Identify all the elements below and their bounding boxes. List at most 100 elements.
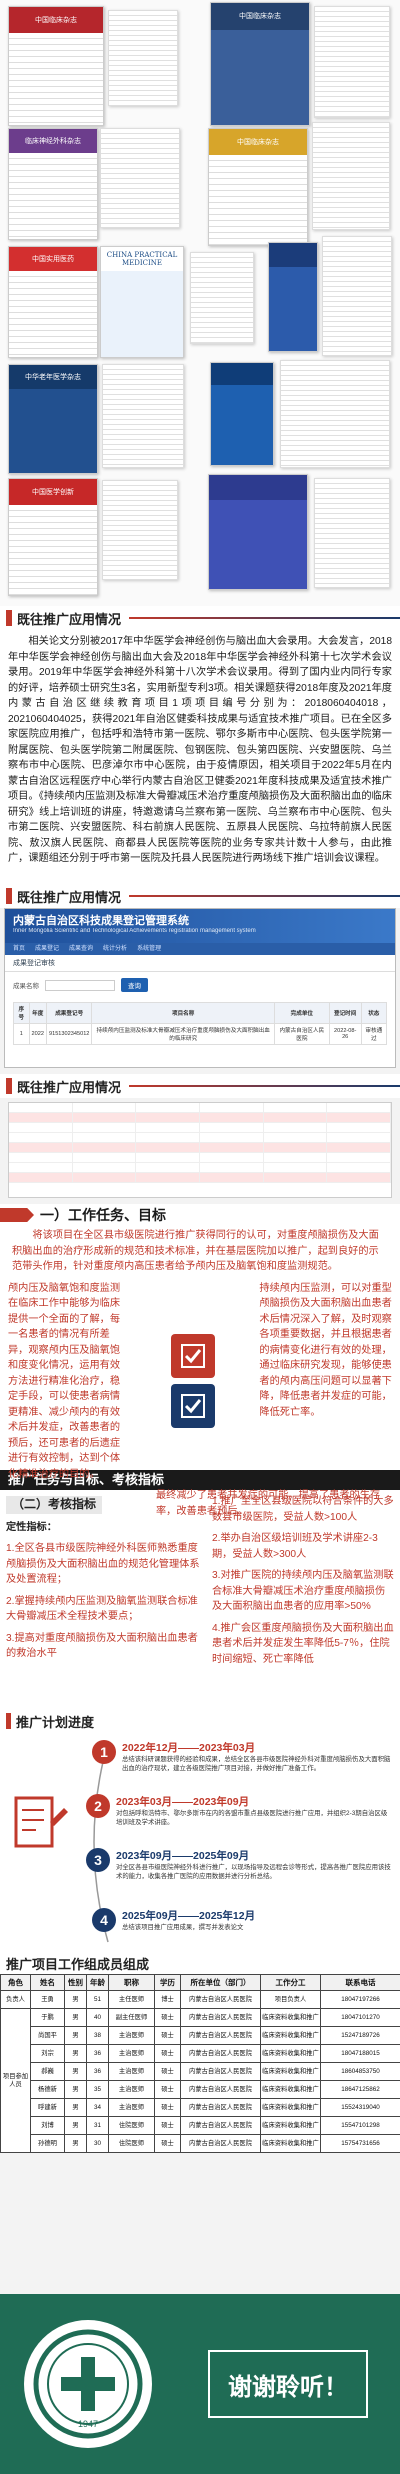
column-header: 成果登记号 <box>45 1002 93 1024</box>
table-cell: 审核通过 <box>360 1023 388 1045</box>
table-cell: 男 <box>64 1990 87 2009</box>
journal-title: CHINA PRACTICAL MEDICINE <box>101 247 183 272</box>
svg-text:1947: 1947 <box>78 2419 98 2429</box>
table-row: 尚国平男 38 主治医师 硕士 内蒙古自治区人民医院 临床资料收集和推广 152471897… <box>1 2026 400 2045</box>
table-cell: 15247189726 <box>320 2026 400 2045</box>
task-header: 一）工作任务、目标 <box>0 1204 400 1226</box>
table-row: 刘宗男 36 主治医师 硕士 内蒙古自治区人民医院 临床资料收集和推广 1804718801… <box>1 2044 400 2063</box>
system-tab[interactable]: 成果登记审核 <box>5 955 395 972</box>
nav-item[interactable]: 统计分析 <box>103 943 127 955</box>
table-cell: 男 <box>64 2026 87 2045</box>
table-cell: 15524319040 <box>320 2098 400 2117</box>
task-section: 一）工作任务、目标 将该项目在全区县市级医院进行推广获得同行的认可，对重度颅脑损… <box>0 1204 400 1517</box>
table-cell: 18047101270 <box>320 2008 400 2027</box>
table-cell: 临床资料收集和推广 <box>260 2008 321 2027</box>
table-cell: 主治医师 <box>108 2044 155 2063</box>
thanks-box: 谢谢聆听！ <box>208 2350 368 2418</box>
table-cell: 主治医师 <box>108 2080 155 2099</box>
journal-title: 中华老年医学杂志 <box>9 365 97 389</box>
table-cell: 硕士 <box>154 2008 181 2027</box>
table-cell: 38 <box>86 2026 109 2045</box>
table-cell: 男 <box>64 2008 87 2027</box>
table-cell: 1 <box>13 1023 30 1045</box>
checklist-icon <box>171 1334 216 1379</box>
table-cell: 主治医师 <box>108 2062 155 2081</box>
table-cell: 36 <box>86 2062 109 2081</box>
indicator-item: 4.推广会区重度颅脑损伤及大面积脑出血患者术后并发症发生率降低5-7％，住院时间… <box>212 1622 394 1665</box>
table-cell: 临床资料收集和推广 <box>260 2080 321 2099</box>
journal-title: 中国实用医药 <box>9 247 97 272</box>
registration-system-screenshot: 内蒙古自治区科技成果登记管理系统 Inner Mongolia Scientif… <box>4 908 396 1068</box>
indicator-item: 1.全区各县市级医院神经外科医师熟悉重度颅脑损伤及大面积脑出血的规范化管理体系及… <box>6 1543 200 1585</box>
table-cell: 15547101298 <box>320 2116 400 2135</box>
table-cell: 杨德新 <box>30 2080 65 2099</box>
column-header: 职称 <box>108 1974 155 1991</box>
journal-page <box>108 10 178 106</box>
table-row: 孙德明男 30 住院医师 硕士 内蒙古自治区人民医院 临床资料收集和推广 157547316… <box>1 2134 400 2153</box>
table-cell: 主治医师 <box>108 2026 155 2045</box>
journal-cover <box>208 474 308 590</box>
table-row: 项目参加人员 于鹏男 40 副主任医师 硕士 内蒙古自治区人民医院 临床资料收集和推广 180… <box>0 2008 400 2153</box>
table-cell: 40 <box>86 2008 109 2027</box>
search-label: 成果名称 <box>13 983 39 990</box>
journal-cover: 临床神经外科杂志 <box>8 128 98 240</box>
task-right-text: 持续颅内压监测，可以对重型颅脑损伤及大面积脑出血患者术后情况深入了解，及时观察各… <box>259 1282 392 1418</box>
column-header: 工作分工 <box>260 1974 321 1991</box>
journal-page <box>190 252 254 344</box>
step-desc: 对全区各县市级医院神经外科进行推广，以现场指导及远程会诊等形式，提高各推广医院应… <box>116 1864 391 1880</box>
nav-item[interactable]: 成果登记 <box>35 943 59 955</box>
table-cell: 内蒙古自治区人民医院 <box>180 2044 261 2063</box>
table-cell: 内蒙古自治区人民医院 <box>180 2026 261 2045</box>
section-header: 既往推广应用情况 <box>0 1074 400 1098</box>
table-cell: 王勇 <box>30 1990 65 2009</box>
table-cell: 持续颅内压监测及标准大骨瓣减压术治疗重度颅脑损伤及大面积脑出血的临床研究 <box>91 1023 275 1045</box>
table-cell: 内蒙古自治区人民医院 <box>180 2134 261 2153</box>
table-cell: 硕士 <box>154 2062 181 2081</box>
column-header: 联系电话 <box>320 1974 400 1991</box>
journal-page <box>102 480 178 580</box>
table-row: 刘博男 31 住院医师 硕士 内蒙古自治区人民医院 临床资料收集和推广 1554710129… <box>1 2116 400 2135</box>
section-header: 既往推广应用情况 <box>0 884 400 908</box>
search-button[interactable]: 查询 <box>121 978 148 992</box>
table-row[interactable]: 1 2022 9151302345012 持续颅内压监测及标准大骨瓣减压术治疗重… <box>13 1023 388 1045</box>
table-cell: 住院医师 <box>108 2116 155 2135</box>
nav-item[interactable]: 成果查询 <box>69 943 93 955</box>
table-cell: 硕士 <box>154 2116 181 2135</box>
table-cell: 内蒙古自治区人民医院 <box>180 1990 261 2009</box>
task-icons <box>131 1281 256 1483</box>
table-cell: 尚国平 <box>30 2026 65 2045</box>
table-row: 郝巍男 36 主治医师 硕士 内蒙古自治区人民医院 临床资料收集和推广 1860485375… <box>1 2062 400 2081</box>
table-cell: 呼建新 <box>30 2098 65 2117</box>
table-cell: 内蒙古自治区人民医院 <box>180 2080 261 2099</box>
journal-page <box>280 360 390 468</box>
table-cell: 18604853750 <box>320 2062 400 2081</box>
task-title: 一）工作任务、目标 <box>40 1207 166 1223</box>
search-input[interactable] <box>45 979 115 991</box>
table-cell: 硕士 <box>154 2134 181 2153</box>
journal-cover: 中国临床杂志 <box>210 2 310 126</box>
plan-timeline: 1 2022年12月——2023年03月 总结该科研课题获得的经验和成果，总结全… <box>0 1732 400 1952</box>
hospital-logo: 1947 <box>24 2320 152 2448</box>
table-cell: 男 <box>64 2080 87 2099</box>
section-title: 既往推广应用情况 <box>17 889 122 905</box>
table-cell: 18047188015 <box>320 2044 400 2063</box>
step-desc: 对包括呼和浩特市、鄂尔多斯市在内的各盟市重点县级医院进行推广应用，并组织2-3期… <box>116 1810 388 1826</box>
table-row: 负责人 王勇男 51 主任医师 博士 内蒙古自治区人民医院 项目负责人 18047197266 <box>0 1990 400 2009</box>
table-cell: 临床资料收集和推广 <box>260 2134 321 2153</box>
nav-item[interactable]: 系统管理 <box>137 943 161 955</box>
table-cell: 孙德明 <box>30 2134 65 2153</box>
column-header: 状态 <box>360 1002 388 1024</box>
staff-table: 角色 姓名 性别 年龄 职称 学历 所在单位（部门） 工作分工 联系电话 负责人 王勇男 51 主任医… <box>0 1974 400 2153</box>
table-cell: 临床资料收集和推广 <box>260 2044 321 2063</box>
table-cell: 34 <box>86 2098 109 2117</box>
journal-cover <box>210 362 274 466</box>
nav-item[interactable]: 首页 <box>13 943 25 955</box>
table-cell: 18047197266 <box>320 1990 400 2009</box>
indicator-item: 3.对推广医院的持续颅内压及脑氧监测联合标准大骨瓣减压术治疗重度颅脑损伤及大面积… <box>212 1570 394 1612</box>
table-cell: 硕士 <box>154 2080 181 2099</box>
qualitative-label: 定性指标： <box>6 1521 57 1533</box>
journal-title: 中国临床杂志 <box>9 7 103 33</box>
journal-page <box>314 6 390 118</box>
task-intro: 将该项目在全区县市级医院进行推广获得同行的认可，对重度颅脑损伤及大面积脑出血的治… <box>12 1230 379 1272</box>
table-cell: 36 <box>86 2044 109 2063</box>
